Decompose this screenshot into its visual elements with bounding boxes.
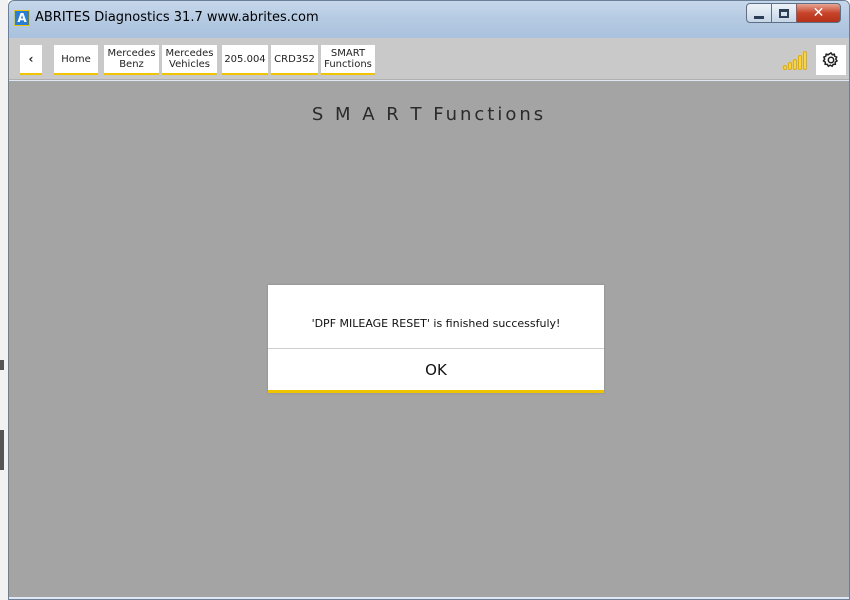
breadcrumb-home[interactable]: Home <box>54 45 98 75</box>
breadcrumb-label: 205.004 <box>224 53 266 65</box>
app-logo-icon: A <box>14 10 30 26</box>
breadcrumb: ‹ Home Mercedes Benz Mercedes Vehicles 2… <box>9 38 849 80</box>
maximize-icon <box>779 8 789 18</box>
title-bar[interactable]: A ABRITES Diagnostics 31.7 www.abrites.c… <box>9 1 849 39</box>
window-title: ABRITES Diagnostics 31.7 www.abrites.com <box>35 10 319 25</box>
breadcrumb-label: Home <box>61 53 91 65</box>
breadcrumb-label: Vehicles <box>169 59 210 70</box>
close-button[interactable]: ✕ <box>796 3 841 23</box>
gear-icon <box>822 51 839 68</box>
breadcrumb-label: SMART <box>330 48 366 59</box>
breadcrumb-mercedes-vehicles[interactable]: Mercedes Vehicles <box>162 45 217 75</box>
chevron-left-icon: ‹ <box>28 51 34 66</box>
message-dialog: 'DPF MILEAGE RESET' is finished successf… <box>268 285 604 393</box>
breadcrumb-label: Mercedes <box>165 48 214 59</box>
breadcrumb-label: Mercedes <box>107 48 156 59</box>
breadcrumb-mercedes-benz[interactable]: Mercedes Benz <box>104 45 159 75</box>
back-button[interactable]: ‹ <box>20 45 42 75</box>
dialog-message: 'DPF MILEAGE RESET' is finished successf… <box>311 317 561 330</box>
ok-button[interactable]: OK <box>268 349 604 393</box>
breadcrumb-label: Benz <box>119 59 144 70</box>
minimize-icon <box>754 15 764 19</box>
breadcrumb-label: Functions <box>324 59 372 70</box>
settings-button[interactable] <box>816 45 846 75</box>
breadcrumb-label: CRD3S2 <box>274 53 315 65</box>
main-content: S M A R T Functions 'DPF MILEAGE RESET' … <box>9 81 849 597</box>
breadcrumb-crd3s2[interactable]: CRD3S2 <box>271 45 318 75</box>
maximize-button[interactable] <box>771 3 797 23</box>
page-title: S M A R T Functions <box>311 104 547 125</box>
signal-strength-icon <box>783 50 809 70</box>
breadcrumb-205004[interactable]: 205.004 <box>222 45 268 75</box>
close-icon: ✕ <box>812 5 825 21</box>
desktop-edge <box>0 0 8 600</box>
minimize-button[interactable] <box>746 3 772 23</box>
breadcrumb-smart-functions[interactable]: SMART Functions <box>321 45 375 75</box>
